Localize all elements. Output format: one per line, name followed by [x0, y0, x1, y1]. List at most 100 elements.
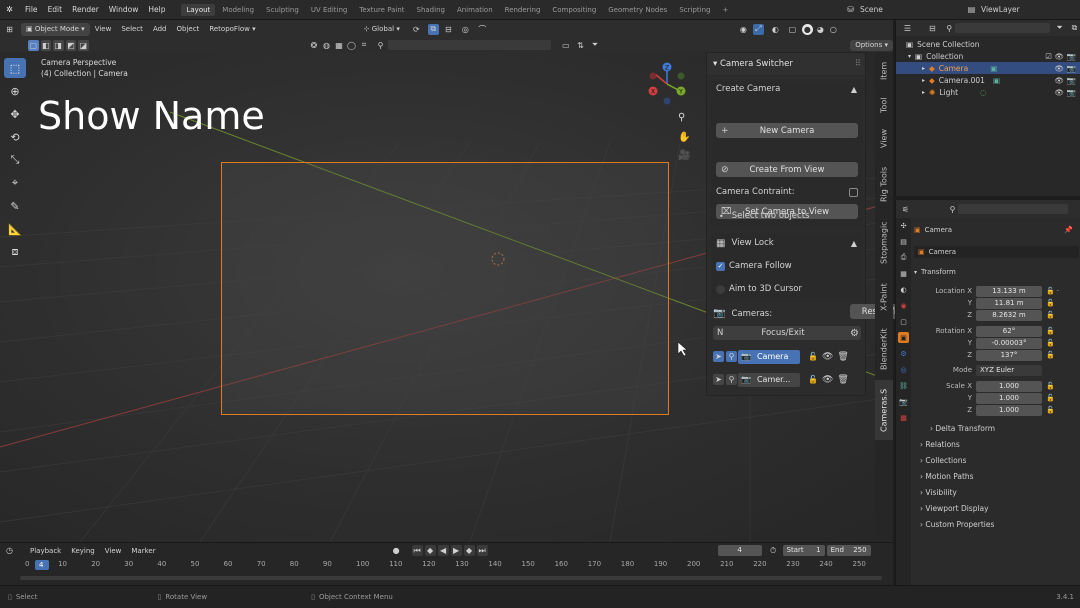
filter-icon[interactable]: ⏷: [590, 40, 601, 51]
select-arrow-icon[interactable]: ➤: [713, 374, 724, 385]
object-name-row[interactable]: ▣ Camera 📌: [914, 224, 1079, 236]
menu-file[interactable]: File: [25, 5, 38, 14]
collapse-triangle-icon[interactable]: ▲: [851, 85, 857, 94]
select-subtract-icon[interactable]: ◨: [53, 39, 64, 51]
zoom-icon[interactable]: ⚲: [726, 374, 737, 385]
camera-name-field[interactable]: 📷 Camer...: [738, 372, 800, 387]
camera-render-icon[interactable]: 📷: [1067, 76, 1076, 85]
tab-layout[interactable]: Layout: [181, 3, 216, 16]
menu-select[interactable]: Select: [116, 23, 148, 36]
zoom-icon[interactable]: ⚲: [678, 112, 685, 123]
retopoflow-menu[interactable]: RetopoFlow ▾: [204, 23, 260, 36]
section-collections[interactable]: › Collections: [920, 456, 966, 465]
location-y-field[interactable]: 11.81 m: [976, 297, 1042, 309]
camera-follow-row[interactable]: ✓ Camera Follow: [716, 261, 792, 271]
menu-marker[interactable]: Marker: [126, 544, 160, 557]
play-reverse-icon[interactable]: ◀: [437, 545, 449, 556]
rotate-tool-icon[interactable]: ⟲: [4, 127, 26, 147]
scale-tool-icon[interactable]: ⤡: [4, 150, 26, 170]
options-dropdown[interactable]: Options ▾: [850, 39, 893, 51]
checkbox-icon[interactable]: ☑: [1045, 52, 1052, 61]
tab-shading[interactable]: Shading: [412, 4, 450, 16]
proportional-edit-icon[interactable]: ◎: [460, 24, 471, 35]
current-frame-field[interactable]: 4: [717, 545, 762, 556]
search-icon[interactable]: ⚲: [944, 23, 955, 34]
tab-geometry-nodes[interactable]: Geometry Nodes: [603, 4, 672, 16]
menu-keying[interactable]: Keying: [66, 544, 100, 557]
rotation-mode-dropdown[interactable]: XYZ Euler: [976, 364, 1042, 376]
outliner-search-field[interactable]: [954, 23, 1051, 33]
start-frame-field[interactable]: Start 1: [782, 545, 825, 556]
menu-view[interactable]: View: [90, 23, 117, 36]
select-arrow-icon[interactable]: ➤: [713, 351, 724, 362]
location-x-field[interactable]: 13.133 m: [976, 285, 1042, 297]
tool-tab-icon[interactable]: ✣: [898, 220, 909, 231]
panel-header[interactable]: ▾ Camera Switcher ⠿: [707, 53, 865, 75]
end-frame-field[interactable]: End 250: [826, 545, 871, 556]
expand-arrow-icon[interactable]: ▸: [922, 65, 925, 72]
lock-icon[interactable]: 🔓: [1046, 339, 1055, 347]
jump-start-icon[interactable]: ⏮: [411, 545, 423, 556]
scale-x-field[interactable]: 1.000: [976, 380, 1042, 392]
transform-icon[interactable]: ⇅: [575, 40, 586, 51]
menu-help[interactable]: Help: [148, 5, 165, 14]
eye-icon[interactable]: 👁: [822, 352, 833, 362]
lock-icon[interactable]: 🔓: [1046, 406, 1055, 414]
transform-tool-icon[interactable]: ⌖: [4, 173, 26, 193]
properties-search-field[interactable]: [958, 204, 1068, 214]
tab-modeling[interactable]: Modeling: [217, 4, 259, 16]
focus-exit-button[interactable]: N Focus/Exit ⚙: [713, 326, 861, 340]
menu-playback[interactable]: Playback: [25, 544, 66, 557]
eye-icon[interactable]: 👁: [1054, 52, 1064, 61]
annotate-tool-icon[interactable]: ✎: [4, 196, 26, 216]
pivot-icon[interactable]: ⟳: [411, 24, 422, 35]
lock-icon[interactable]: 🔓: [1046, 311, 1055, 319]
view-lock-header[interactable]: ▦ View Lock ▲: [711, 233, 863, 253]
create-from-view-button[interactable]: ⊘ Create From View: [716, 162, 858, 177]
view-layer-tab-icon[interactable]: ▦: [898, 268, 909, 279]
tab-rendering[interactable]: Rendering: [500, 4, 546, 16]
tab-tool[interactable]: Tool: [875, 90, 893, 120]
outliner-row-camera-001[interactable]: ▸ ◆ Camera.001 ▣ 👁 📷: [896, 74, 1080, 86]
expand-arrow-icon[interactable]: ▸: [922, 77, 925, 84]
eye-icon[interactable]: 👁: [822, 375, 833, 385]
scale-y-field[interactable]: 1.000: [976, 392, 1042, 404]
lock-icon[interactable]: 🔓: [808, 352, 818, 361]
material-shading-icon[interactable]: ◕: [815, 24, 826, 35]
select-box-icon[interactable]: ▢: [28, 39, 39, 51]
eye-icon[interactable]: 👁: [1054, 88, 1064, 97]
rotation-z-field[interactable]: 137°: [976, 349, 1042, 361]
prev-key-icon[interactable]: ◆: [424, 545, 436, 556]
filter-icon[interactable]: ⏷: [1054, 23, 1065, 34]
menu-object[interactable]: Object: [172, 23, 205, 36]
measure-tool-icon[interactable]: 📐: [4, 219, 26, 239]
navigation-gizmo[interactable]: Z Y X: [643, 60, 691, 108]
search-field[interactable]: [387, 40, 551, 50]
search-icon[interactable]: ⚲: [375, 40, 386, 51]
menu-view[interactable]: View: [100, 544, 127, 557]
tab-view[interactable]: View: [875, 122, 893, 156]
aim-cursor-row[interactable]: Aim to 3D Cursor: [716, 284, 802, 294]
camera-list-item[interactable]: ➤ ⚲ 📷 Camer... 🔓 👁 🗑: [713, 372, 861, 387]
overlay-icon[interactable]: ◐: [770, 24, 781, 35]
lock-icon[interactable]: 🔓: [1046, 327, 1055, 335]
viewlayer-selector[interactable]: ▤ ViewLayer: [966, 4, 1020, 15]
outliner-row-scene-collection[interactable]: ▣ Scene Collection: [896, 38, 1080, 50]
falloff-icon[interactable]: ⌒: [477, 24, 488, 35]
output-tab-icon[interactable]: ⎙: [898, 252, 909, 263]
tab-stopmagic[interactable]: Stopmagic: [875, 214, 893, 272]
menu-edit[interactable]: Edit: [48, 5, 63, 14]
menu-render[interactable]: Render: [72, 5, 99, 14]
texture-tab-icon[interactable]: ▩: [898, 412, 909, 423]
mode-dropdown[interactable]: ▣ Object Mode ▾: [21, 22, 90, 36]
location-z-field[interactable]: 8.2632 m: [976, 309, 1042, 321]
data-name-row[interactable]: ▣ Camera: [914, 246, 1079, 258]
next-key-icon[interactable]: ◆: [463, 545, 475, 556]
eye-icon[interactable]: 👁: [1054, 76, 1064, 85]
snap-icon[interactable]: ⧉: [427, 23, 439, 35]
lock-icon[interactable]: 🔓: [1046, 382, 1055, 390]
cursor-tool-icon[interactable]: ⊕: [4, 81, 26, 101]
outliner-row-light[interactable]: ▸ ✺ Light ◌ 👁 📷: [896, 86, 1080, 98]
move-tool-icon[interactable]: ✥: [4, 104, 26, 124]
rotation-x-field[interactable]: 62°: [976, 325, 1042, 337]
